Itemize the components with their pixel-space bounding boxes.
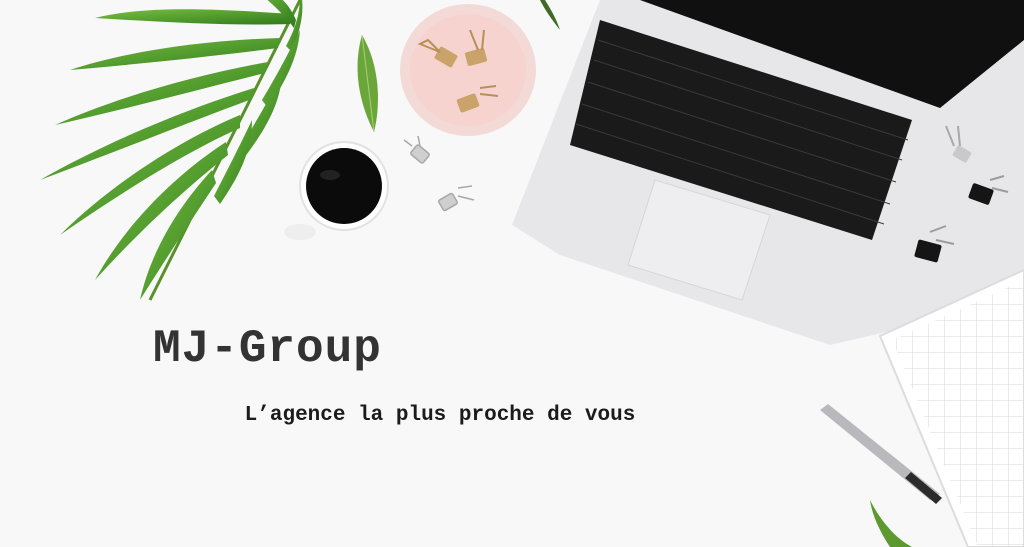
palm-leaf-icon xyxy=(40,0,303,301)
laptop-icon xyxy=(512,0,1024,345)
desk-illustration xyxy=(40,0,1024,547)
pink-dish-icon xyxy=(400,4,536,136)
hero-banner: MJ-Group L’agence la plus proche de vous xyxy=(0,0,1024,547)
binder-clip-icon xyxy=(403,135,475,212)
leaf-icon xyxy=(870,500,912,547)
brand-title: MJ-Group xyxy=(153,323,382,375)
coffee-cup-icon xyxy=(284,141,389,240)
brand-tagline: L’agence la plus proche de vous xyxy=(244,404,636,427)
